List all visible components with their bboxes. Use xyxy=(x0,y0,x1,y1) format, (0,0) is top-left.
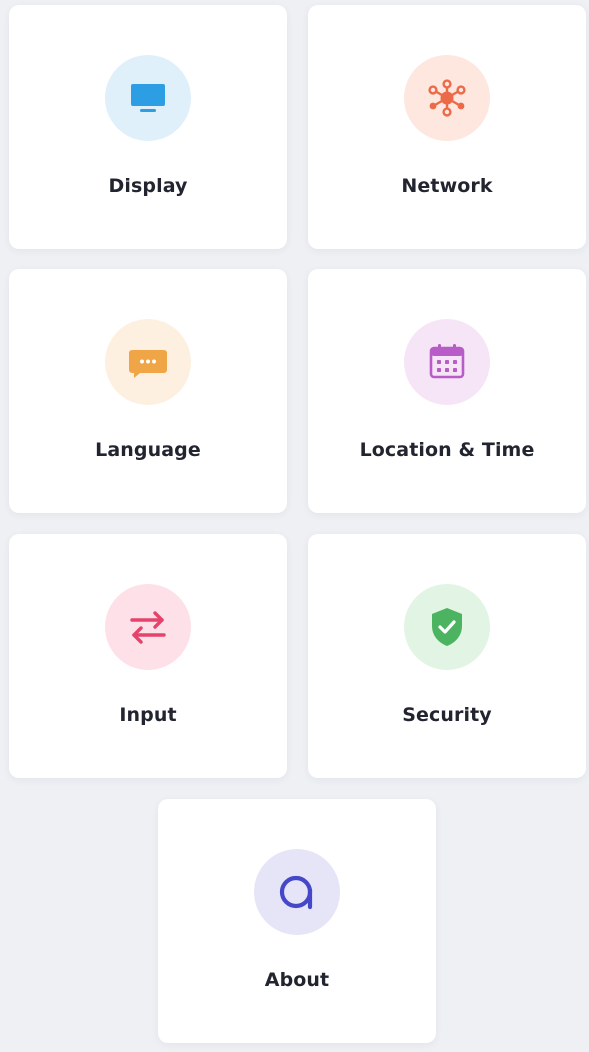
network-icon xyxy=(428,79,466,117)
tile-input[interactable]: Input xyxy=(9,534,287,778)
tile-label: Location & Time xyxy=(359,439,535,461)
monitor-icon xyxy=(131,84,165,112)
language-icon-circle xyxy=(105,319,191,405)
tile-label: Network xyxy=(401,175,493,197)
display-icon-circle xyxy=(105,55,191,141)
tile-label: Display xyxy=(108,175,188,197)
location-icon-circle xyxy=(404,319,490,405)
calendar-icon xyxy=(429,344,465,379)
tile-network[interactable]: Network xyxy=(308,5,586,249)
swap-arrows-icon xyxy=(130,611,166,644)
tile-label: About xyxy=(264,969,330,991)
input-icon-circle xyxy=(105,584,191,670)
tile-about[interactable]: About xyxy=(158,799,436,1043)
tile-label: Language xyxy=(95,439,201,461)
tile-display[interactable]: Display xyxy=(9,5,287,249)
tile-label: Input xyxy=(119,704,177,726)
tile-language[interactable]: Language xyxy=(9,269,287,513)
about-logo-icon xyxy=(279,875,313,910)
shield-check-icon xyxy=(432,608,462,646)
security-icon-circle xyxy=(404,584,490,670)
network-icon-circle xyxy=(404,55,490,141)
chat-bubble-icon xyxy=(129,350,167,378)
tile-location-time[interactable]: Location & Time xyxy=(308,269,586,513)
about-icon-circle xyxy=(254,849,340,935)
tile-label: Security xyxy=(402,704,492,726)
tile-security[interactable]: Security xyxy=(308,534,586,778)
